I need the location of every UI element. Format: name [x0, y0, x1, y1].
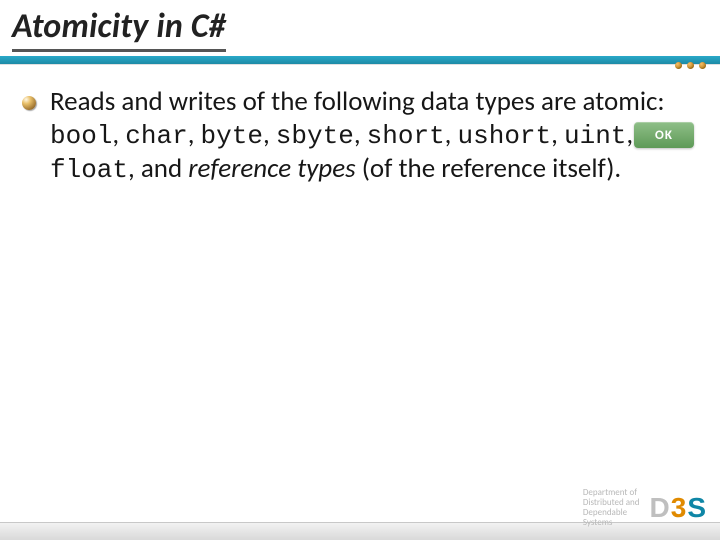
- bullet-item: Reads and writes of the following data t…: [22, 86, 696, 186]
- logo-letter-d: D: [650, 492, 670, 524]
- type-byte: byte: [201, 121, 263, 151]
- text-intro: Reads and writes of the following data t…: [50, 85, 665, 118]
- type-ushort: ushort: [458, 121, 552, 151]
- logo-letter-s: S: [687, 492, 706, 524]
- dept-line-4: Systems: [583, 518, 640, 528]
- sep: ,: [188, 118, 201, 151]
- type-short: short: [367, 121, 445, 151]
- logo-letter-3: 3: [671, 492, 687, 524]
- department-text: Department of Distributed and Dependable…: [583, 488, 640, 528]
- footer-brand: Department of Distributed and Dependable…: [583, 488, 706, 528]
- sep: ,: [112, 118, 125, 151]
- content-area: Reads and writes of the following data t…: [22, 86, 696, 186]
- slide-title: Atomicity in C#: [12, 6, 226, 52]
- text-reference-types: reference types: [188, 152, 355, 185]
- type-bool: bool: [50, 121, 112, 151]
- sep: ,: [445, 118, 458, 151]
- type-uint: uint: [564, 121, 626, 151]
- ok-badge-label: OK: [655, 128, 673, 143]
- type-float: float: [50, 155, 128, 185]
- body-paragraph: Reads and writes of the following data t…: [50, 86, 696, 186]
- bullet-icon: [22, 96, 36, 110]
- text-and: , and: [128, 152, 188, 185]
- slide: Atomicity in C# Reads and writes of the …: [0, 0, 720, 540]
- ok-badge: OK: [634, 122, 694, 148]
- sep: ,: [354, 118, 367, 151]
- corner-dots-icon: [675, 62, 706, 69]
- title-wrap: Atomicity in C#: [12, 6, 708, 52]
- type-sbyte: sbyte: [276, 121, 354, 151]
- type-char: char: [125, 121, 187, 151]
- d3s-logo-icon: D 3 S: [650, 492, 707, 524]
- accent-bar: [0, 56, 720, 64]
- text-tail: (of the reference itself).: [356, 152, 622, 185]
- sep: ,: [551, 118, 564, 151]
- sep: ,: [263, 118, 276, 151]
